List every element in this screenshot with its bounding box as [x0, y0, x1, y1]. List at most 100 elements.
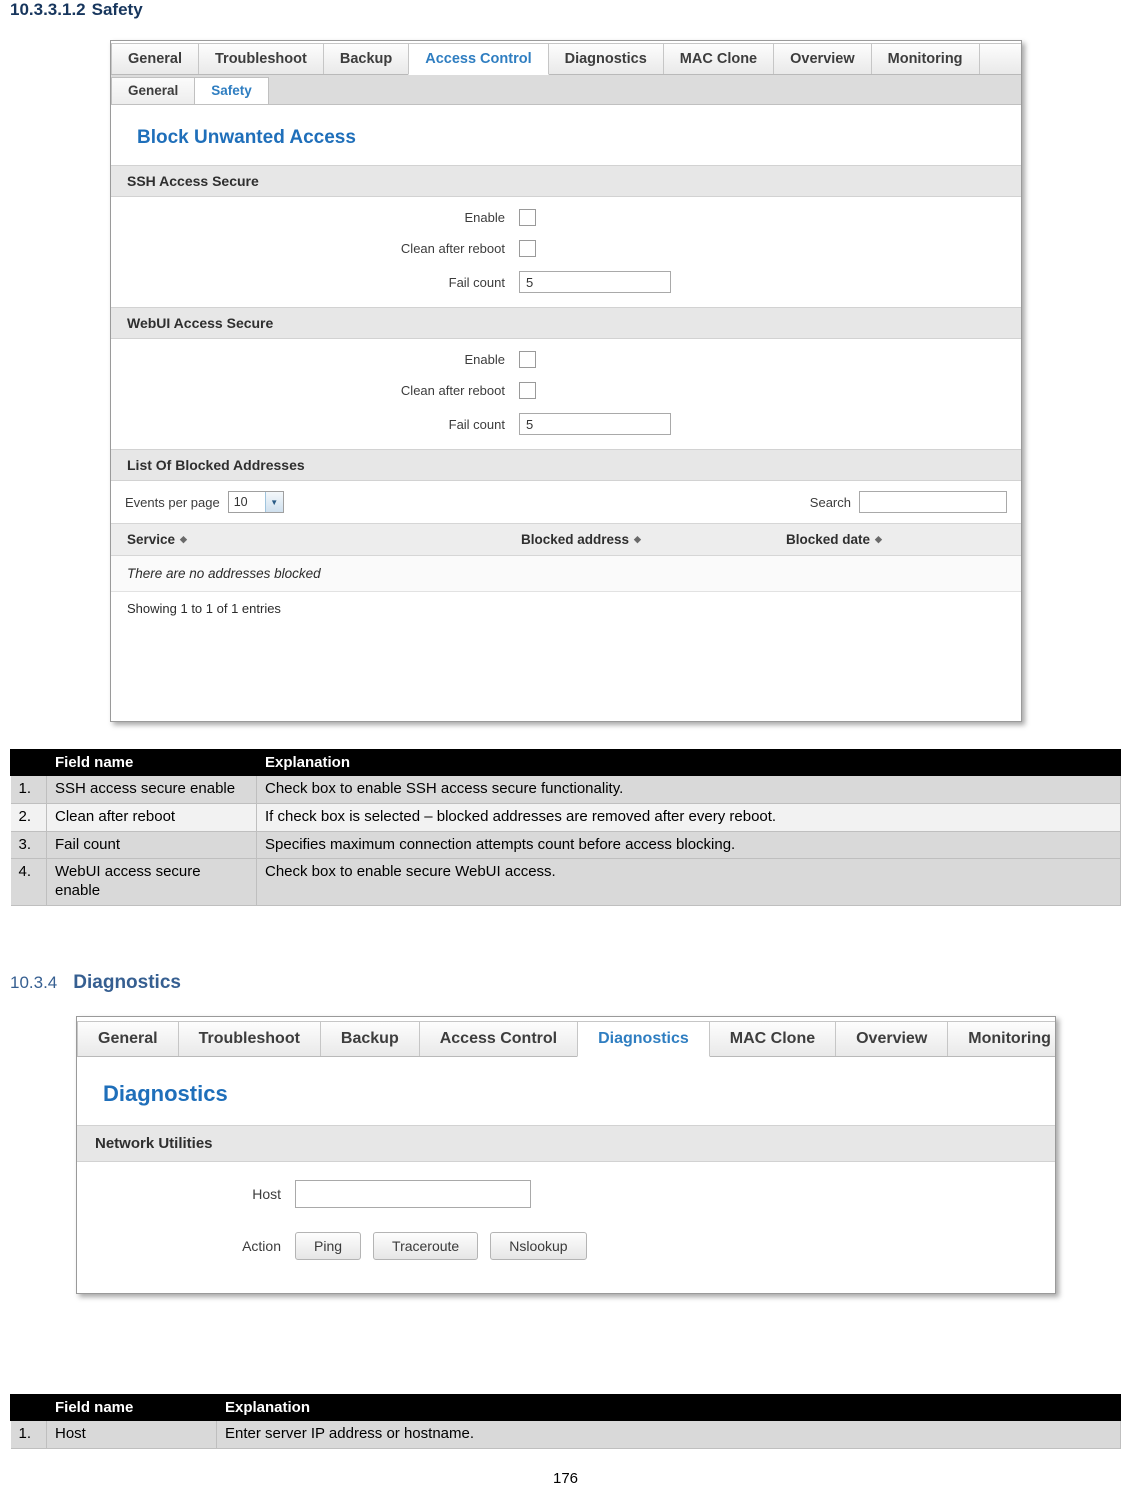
- heading-diagnostics-text: Diagnostics: [73, 972, 181, 993]
- diagnostics-field-table: Field name Explanation 1. Host Enter ser…: [10, 1394, 1121, 1449]
- tab-access-control[interactable]: Access Control: [418, 1021, 579, 1056]
- row-explanation: Check box to enable SSH access secure fu…: [256, 775, 1121, 804]
- heading-safety: 10.3.3.1.2 Safety: [10, 0, 143, 20]
- events-per-page-group: Events per page 10 ▼: [125, 491, 284, 513]
- diagnostics-screenshot: General Troubleshoot Backup Access Contr…: [76, 1016, 1056, 1294]
- input-webui-fail-count[interactable]: 5: [519, 413, 671, 435]
- blocked-addresses-table-header: Service ◆ Blocked address ◆ Blocked date ◆: [111, 523, 1021, 556]
- select-events-per-page[interactable]: 10 ▼: [227, 491, 284, 513]
- label-webui-fail-count: Fail count: [448, 416, 505, 432]
- section-network-utilities: Network Utilities: [77, 1125, 1055, 1162]
- tabbar-filler: [978, 43, 1021, 74]
- tab-general[interactable]: General: [111, 43, 199, 74]
- nslookup-button[interactable]: Nslookup: [490, 1232, 587, 1260]
- column-blocked-address[interactable]: Blocked address ◆: [521, 532, 786, 547]
- section-ssh-access-secure: SSH Access Secure: [111, 165, 1021, 197]
- label-ssh-fail-count: Fail count: [448, 274, 505, 290]
- table-row: 4. WebUI access secure enable Check box …: [10, 858, 1121, 906]
- table-footer-entries: Showing 1 to 1 of 1 entries: [127, 601, 281, 616]
- row-webui-fail-count: Fail count 5: [111, 406, 1021, 449]
- tab-access-control[interactable]: Access Control: [408, 43, 549, 75]
- heading-safety-text: Safety: [91, 0, 143, 19]
- row-index: 1.: [10, 775, 47, 804]
- table-row: 3. Fail count Specifies maximum connecti…: [10, 830, 1121, 860]
- row-ssh-enable: Enable: [111, 197, 1021, 233]
- search-group: Search: [810, 491, 1007, 513]
- row-host: Host: [77, 1162, 1055, 1220]
- tab-troubleshoot[interactable]: Troubleshoot: [177, 1021, 321, 1056]
- checkbox-ssh-enable[interactable]: [519, 209, 536, 226]
- header-field-name: Field name: [46, 749, 257, 776]
- section-webui-access-secure: WebUI Access Secure: [111, 307, 1021, 339]
- label-webui-clean-after-reboot: Clean after reboot: [400, 383, 505, 398]
- safety-subtabbar: General Safety: [111, 75, 1021, 105]
- label-events-per-page: Events per page: [125, 494, 220, 510]
- row-index: 2.: [10, 802, 47, 832]
- chevron-down-icon: ▼: [264, 492, 283, 512]
- header-index: [10, 749, 47, 776]
- sort-icon-blocked-date[interactable]: ◆: [875, 534, 882, 544]
- checkbox-ssh-clean-after-reboot[interactable]: [519, 240, 536, 257]
- column-service-label: Service: [127, 532, 176, 547]
- label-webui-enable: Enable: [464, 352, 505, 367]
- column-blocked-date-label: Blocked date: [786, 532, 871, 547]
- subtab-safety[interactable]: Safety: [194, 77, 269, 104]
- label-ssh-enable: Enable: [464, 210, 505, 225]
- row-explanation: Enter server IP address or hostname.: [216, 1420, 1121, 1449]
- checkbox-webui-enable[interactable]: [519, 351, 536, 368]
- row-field-name: Host: [46, 1420, 217, 1449]
- header-explanation: Explanation: [256, 749, 1121, 776]
- traceroute-button[interactable]: Traceroute: [373, 1232, 479, 1260]
- table-row: 2. Clean after reboot If check box is se…: [10, 802, 1121, 832]
- row-ssh-clean-after-reboot: Clean after reboot: [111, 233, 1021, 264]
- row-explanation: Specifies maximum connection attempts co…: [256, 830, 1121, 860]
- row-field-name: Fail count: [46, 830, 257, 860]
- table-row: 1. SSH access secure enable Check box to…: [10, 775, 1121, 804]
- tab-mac-clone[interactable]: MAC Clone: [708, 1021, 837, 1056]
- safety-tabbar: General Troubleshoot Backup Access Contr…: [111, 41, 1021, 75]
- panel-title-block-unwanted-access: Block Unwanted Access: [137, 127, 356, 148]
- row-index: 3.: [10, 830, 47, 860]
- row-index: 1.: [10, 1420, 47, 1449]
- ping-button[interactable]: Ping: [295, 1232, 362, 1260]
- tab-overview[interactable]: Overview: [835, 1021, 949, 1056]
- row-index: 4.: [10, 858, 47, 906]
- row-field-name: SSH access secure enable: [46, 775, 257, 804]
- column-blocked-address-label: Blocked address: [521, 532, 630, 547]
- document-page: 10.3.3.1.2 Safety General Troubleshoot Ba…: [0, 0, 1131, 1506]
- label-action: Action: [242, 1238, 281, 1254]
- search-input[interactable]: [859, 491, 1007, 513]
- diagnostics-tabbar: General Troubleshoot Backup Access Contr…: [77, 1017, 1055, 1057]
- header-index: [10, 1394, 47, 1421]
- input-host[interactable]: [295, 1180, 531, 1208]
- row-webui-enable: Enable: [111, 339, 1021, 375]
- section-list-of-blocked-addresses: List Of Blocked Addresses: [111, 449, 1021, 481]
- header-explanation: Explanation: [216, 1394, 1121, 1421]
- tab-monitoring[interactable]: Monitoring: [870, 43, 980, 74]
- table-controls: Events per page 10 ▼ Search: [111, 481, 1021, 523]
- tab-backup[interactable]: Backup: [322, 43, 410, 74]
- tab-troubleshoot[interactable]: Troubleshoot: [198, 43, 324, 74]
- column-blocked-date[interactable]: Blocked date ◆: [786, 532, 1021, 547]
- tab-backup[interactable]: Backup: [319, 1021, 420, 1056]
- tab-diagnostics[interactable]: Diagnostics: [547, 43, 664, 74]
- safety-field-table: Field name Explanation 1. SSH access sec…: [10, 749, 1121, 906]
- checkbox-webui-clean-after-reboot[interactable]: [519, 382, 536, 399]
- label-ssh-clean-after-reboot: Clean after reboot: [400, 241, 505, 256]
- row-explanation: Check box to enable secure WebUI access.: [256, 858, 1121, 906]
- sort-icon-blocked-address[interactable]: ◆: [634, 534, 641, 544]
- row-action: Action Ping Traceroute Nslookup: [77, 1220, 1055, 1272]
- tab-overview[interactable]: Overview: [773, 43, 872, 74]
- column-service[interactable]: Service ◆: [111, 532, 521, 547]
- tab-general[interactable]: General: [77, 1021, 179, 1056]
- tab-monitoring[interactable]: Monitoring: [947, 1021, 1055, 1056]
- table-header-row: Field name Explanation: [10, 749, 1121, 776]
- tab-diagnostics[interactable]: Diagnostics: [577, 1021, 710, 1057]
- input-ssh-fail-count[interactable]: 5: [519, 271, 671, 293]
- tab-mac-clone[interactable]: MAC Clone: [662, 43, 775, 74]
- sort-icon-service[interactable]: ◆: [180, 534, 187, 544]
- subtab-general[interactable]: General: [111, 77, 196, 104]
- table-header-row: Field name Explanation: [10, 1394, 1121, 1421]
- page-number: 176: [552, 1470, 579, 1487]
- header-field-name: Field name: [46, 1394, 217, 1421]
